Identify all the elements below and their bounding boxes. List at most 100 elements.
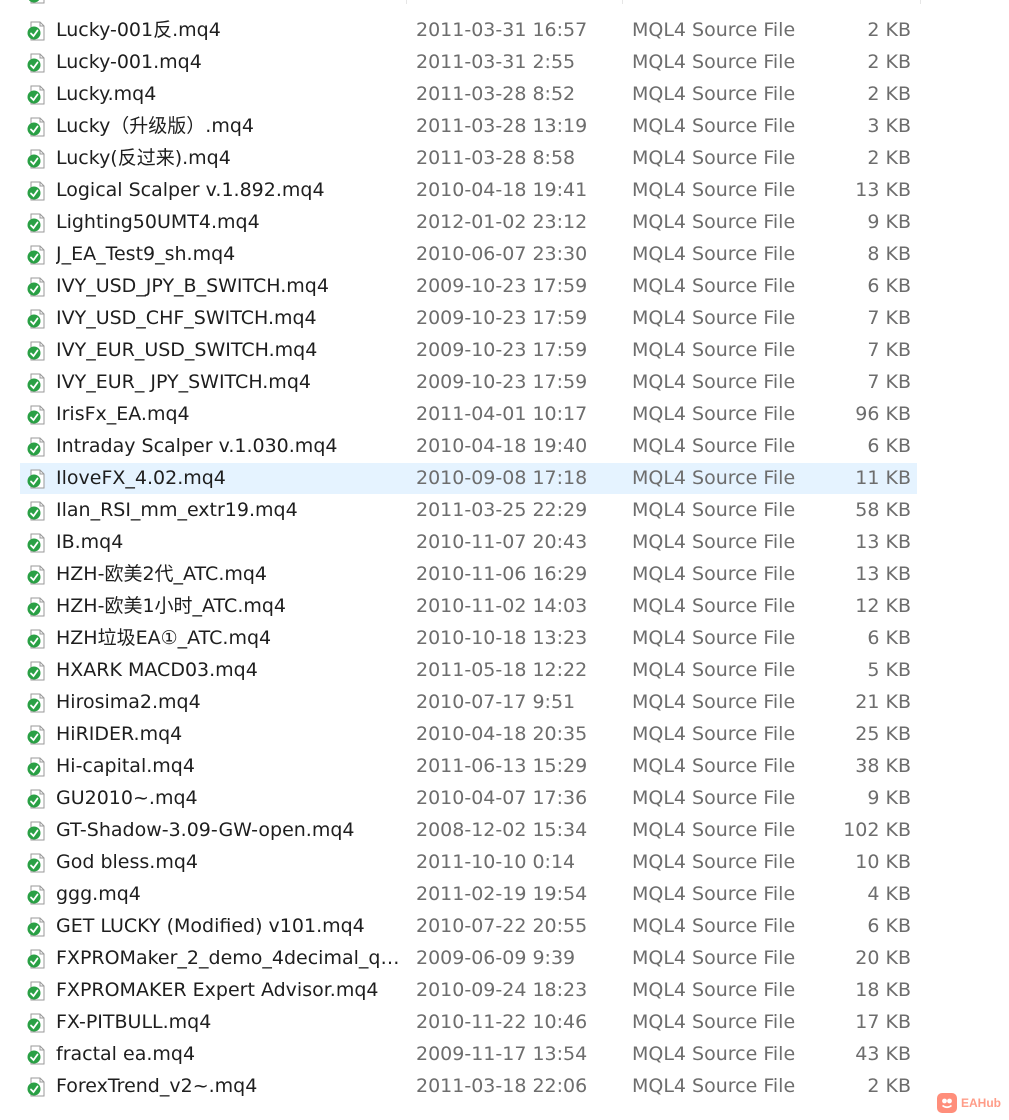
- file-size: 2 KB: [867, 19, 911, 41]
- file-row[interactable]: IB.mq4 2010-11-07 20:43 MQL4 Source File 13…: [20, 527, 917, 558]
- file-row[interactable]: IVY_USD_JPY_B_SWITCH.mq4 2009-10-23 17:59…: [20, 271, 917, 302]
- file-date-modified: 2010-04-18 19:40: [416, 435, 588, 457]
- file-date-modified: 2011-03-25 22:29: [416, 499, 588, 521]
- file-size: 5 KB: [867, 659, 911, 681]
- file-row[interactable]: Lucky(反过来).mq4 2011-03-28 8:58 MQL4 Source…: [20, 143, 917, 174]
- file-name[interactable]: IVY_USD_JPY_B_SWITCH.mq4: [56, 271, 406, 302]
- mql4-file-icon: [27, 373, 45, 393]
- file-name[interactable]: Hi-capital.mq4: [56, 751, 406, 782]
- file-name[interactable]: FXPROMAKER Expert Advisor.mq4: [56, 975, 406, 1006]
- file-row[interactable]: ggg.mq4 2011-02-19 19:54 MQL4 Source File 4…: [20, 879, 917, 910]
- file-name[interactable]: HZH-欧美2代_ATC.mq4: [56, 559, 406, 590]
- file-row[interactable]: Hi-capital.mq4 2011-06-13 15:29 MQL4 Sourc…: [20, 751, 917, 782]
- file-row[interactable]: Lucky.mq4 2011-03-28 8:52 MQL4 Source File…: [20, 79, 917, 110]
- file-name[interactable]: fractal ea.mq4: [56, 1039, 406, 1070]
- file-name[interactable]: HZH垃圾EA①_ATC.mq4: [56, 623, 406, 654]
- file-name[interactable]: IloveFX_4.02.mq4: [56, 463, 406, 494]
- file-row[interactable]: J_EA_Test9_sh.mq4 2010-06-07 23:30 MQL4 So…: [20, 239, 917, 270]
- file-type: MQL4 Source File: [632, 51, 796, 73]
- mql4-file-icon: [27, 85, 45, 105]
- file-name[interactable]: Hirosima2.mq4: [56, 687, 406, 718]
- file-type: MQL4 Source File: [632, 275, 796, 297]
- file-size: 8 KB: [867, 243, 911, 265]
- file-row[interactable]: FX-PITBULL.mq4 2010-11-22 10:46 MQL4 Sourc…: [20, 1007, 917, 1038]
- file-name[interactable]: Lucky-001.mq4: [56, 47, 406, 78]
- file-name[interactable]: HZH-欧美1小时_ATC.mq4: [56, 591, 406, 622]
- file-row[interactable]: IVY_EUR_ JPY_SWITCH.mq4 2009-10-23 17:59 M…: [20, 367, 917, 398]
- file-name[interactable]: ggg.mq4: [56, 879, 406, 910]
- file-row[interactable]: Ilan_RSI_mm_extr19.mq4 2011-03-25 22:29 MQ…: [20, 495, 917, 526]
- mql4-file-icon: [27, 533, 45, 553]
- file-type: MQL4 Source File: [632, 723, 796, 745]
- file-name[interactable]: Lucky.mq4: [56, 79, 406, 110]
- file-row[interactable]: Lucky-001反.mq4 2011-03-31 16:57 MQL4 Sourc…: [20, 15, 917, 46]
- file-size: 2 KB: [867, 147, 911, 169]
- file-name[interactable]: GET LUCKY (Modified) v101.mq4: [56, 911, 406, 942]
- file-name[interactable]: Ilan_RSI_mm_extr19.mq4: [56, 495, 406, 526]
- file-row[interactable]: FXPROMaker_2_demo_4decimal_quo... 2009-06…: [20, 943, 917, 974]
- file-row[interactable]: IVY_EUR_USD_SWITCH.mq4 2009-10-23 17:59 MQ…: [20, 335, 917, 366]
- mql4-file-icon: [27, 437, 45, 457]
- file-name[interactable]: God bless.mq4: [56, 847, 406, 878]
- file-name[interactable]: ForexTrend_v2~.mq4: [56, 1071, 406, 1102]
- file-row[interactable]: ForexTrend_v2~.mq4 2011-03-18 22:06 MQL4 S…: [20, 1071, 917, 1102]
- file-name[interactable]: GT-Shadow-3.09-GW-open.mq4: [56, 815, 406, 846]
- file-row[interactable]: HZH垃圾EA①_ATC.mq4 2010-10-18 13:23 MQL4 Sou…: [20, 623, 917, 654]
- file-name[interactable]: IrisFx_EA.mq4: [56, 399, 406, 430]
- file-row[interactable]: GET LUCKY (Modified) v101.mq4 2010-07-22 …: [20, 911, 917, 942]
- file-name[interactable]: FXPROMaker_2_demo_4decimal_quo...: [56, 943, 406, 974]
- file-size: 7 KB: [867, 371, 911, 393]
- file-name[interactable]: Lucky（升级版）.mq4: [56, 111, 406, 142]
- file-row[interactable]: God bless.mq4 2011-10-10 0:14 MQL4 Source …: [20, 847, 917, 878]
- file-date-modified: 2010-09-08 17:18: [416, 467, 588, 489]
- file-row[interactable]: HZH-欧美2代_ATC.mq4 2010-11-06 16:29 MQL4 Sou…: [20, 559, 917, 590]
- file-row[interactable]: Lucky-001.mq4 2011-03-31 2:55 MQL4 Source …: [20, 47, 917, 78]
- file-date-modified: 2011-03-28 8:58: [416, 147, 576, 169]
- file-date-modified: 2009-06-09 9:39: [416, 947, 576, 969]
- file-row[interactable]: IloveFX_4.02.mq4 2010-09-08 17:18 MQL4 Sou…: [20, 463, 917, 494]
- file-name[interactable]: HiRIDER.mq4: [56, 719, 406, 750]
- file-name[interactable]: IVY_USD_CHF_SWITCH.mq4: [56, 303, 406, 334]
- file-size: 17 KB: [855, 1011, 911, 1033]
- mql4-file-icon: [27, 693, 45, 713]
- file-row[interactable]: Lighting50UMT4.mq4 2012-01-02 23:12 MQL4 S…: [20, 207, 917, 238]
- file-row[interactable]: IrisFx_EA.mq4 2011-04-01 10:17 MQL4 Source…: [20, 399, 917, 430]
- column-separator[interactable]: [622, 0, 623, 4]
- column-separator[interactable]: [920, 0, 921, 4]
- file-name[interactable]: Lighting50UMT4.mq4: [56, 207, 406, 238]
- watermark-text: EAHub: [961, 1096, 1001, 1110]
- file-type: MQL4 Source File: [632, 787, 796, 809]
- file-name[interactable]: Lucky(反过来).mq4: [56, 143, 406, 174]
- file-row[interactable]: GU2010~.mq4 2010-04-07 17:36 MQL4 Source F…: [20, 783, 917, 814]
- file-name[interactable]: HXARK MACD03.mq4: [56, 655, 406, 686]
- file-name[interactable]: IVY_EUR_USD_SWITCH.mq4: [56, 335, 406, 366]
- file-row[interactable]: HiRIDER.mq4 2010-04-18 20:35 MQL4 Source F…: [20, 719, 917, 750]
- file-type: MQL4 Source File: [632, 851, 796, 873]
- file-row[interactable]: HZH-欧美1小时_ATC.mq4 2010-11-02 14:03 MQL4 So…: [20, 591, 917, 622]
- column-separator[interactable]: [406, 0, 407, 4]
- file-name[interactable]: Logical Scalper v.1.892.mq4: [56, 175, 406, 206]
- file-name[interactable]: J_EA_Test9_sh.mq4: [56, 239, 406, 270]
- file-row[interactable]: Hirosima2.mq4 2010-07-17 9:51 MQL4 Source …: [20, 687, 917, 718]
- file-type: MQL4 Source File: [632, 179, 796, 201]
- file-name[interactable]: Lucky-001反.mq4: [56, 15, 406, 46]
- file-name[interactable]: Intraday Scalper v.1.030.mq4: [56, 431, 406, 462]
- file-row[interactable]: Intraday Scalper v.1.030.mq4 2010-04-18 1…: [20, 431, 917, 462]
- mql4-file-icon: [27, 949, 45, 969]
- file-row[interactable]: IVY_USD_CHF_SWITCH.mq4 2009-10-23 17:59 MQ…: [20, 303, 917, 334]
- file-row[interactable]: Lucky（升级版）.mq4 2011-03-28 13:19 MQL4 Sourc…: [20, 111, 917, 142]
- file-row[interactable]: GT-Shadow-3.09-GW-open.mq4 2008-12-02 15:…: [20, 815, 917, 846]
- file-name[interactable]: IB.mq4: [56, 527, 406, 558]
- file-row[interactable]: Logical Scalper v.1.892.mq4 2010-04-18 19…: [20, 175, 917, 206]
- file-row[interactable]: fractal ea.mq4 2009-11-17 13:54 MQL4 Sourc…: [20, 1039, 917, 1070]
- file-size: 2 KB: [867, 83, 911, 105]
- file-row[interactable]: FXPROMAKER Expert Advisor.mq4 2010-09-24 …: [20, 975, 917, 1006]
- file-row-partial[interactable]: [20, 0, 917, 9]
- file-type: MQL4 Source File: [632, 467, 796, 489]
- file-size: 20 KB: [855, 947, 911, 969]
- file-type: MQL4 Source File: [632, 1043, 796, 1065]
- file-row[interactable]: HXARK MACD03.mq4 2011-05-18 12:22 MQL4 Sou…: [20, 655, 917, 686]
- file-name[interactable]: FX-PITBULL.mq4: [56, 1007, 406, 1038]
- file-name[interactable]: GU2010~.mq4: [56, 783, 406, 814]
- file-name[interactable]: IVY_EUR_ JPY_SWITCH.mq4: [56, 367, 406, 398]
